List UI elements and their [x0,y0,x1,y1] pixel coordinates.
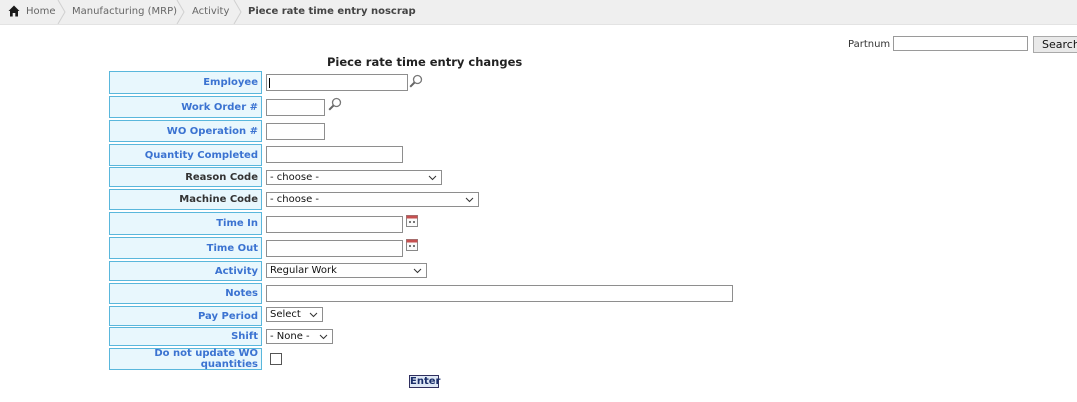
work-order-lookup-icon[interactable] [328,97,342,111]
employee-input[interactable] [266,74,408,91]
shift-selected: - None - [270,331,310,342]
work-order-input[interactable] [266,99,325,116]
breadcrumb-separator-icon [233,0,242,24]
do-not-update-checkbox[interactable] [270,353,282,365]
reason-code-selected: - choose - [270,172,320,183]
text-cursor [269,78,270,88]
reason-code-select[interactable]: - choose - [266,170,442,185]
breadcrumb-current-page: Piece rate time entry noscrap [248,6,416,17]
calendar-icon[interactable] [406,239,418,251]
pay-period-select[interactable]: Select [266,307,323,322]
machine-code-label: Machine Code [109,189,262,210]
time-out-label: Time Out [109,237,262,259]
partnum-search-input[interactable] [893,36,1028,51]
home-icon[interactable] [8,5,20,17]
activity-select[interactable]: Regular Work [266,263,427,278]
time-in-label: Time In [109,212,262,235]
breadcrumb-separator-icon [57,0,66,24]
chevron-down-icon [465,197,474,203]
breadcrumb-home[interactable]: Home [26,6,56,17]
activity-selected: Regular Work [270,265,337,276]
employee-label: Employee [109,71,262,94]
notes-input[interactable] [266,285,733,302]
search-button[interactable]: Search [1033,36,1077,53]
reason-code-label: Reason Code [109,167,262,187]
machine-code-select[interactable]: - choose - [266,192,479,207]
breadcrumb-manufacturing[interactable]: Manufacturing (MRP) [72,6,177,17]
pay-period-label: Pay Period [109,306,262,326]
machine-code-selected: - choose - [270,194,320,205]
do-not-update-label: Do not update WO quantities [109,348,262,370]
chevron-down-icon [428,175,437,181]
employee-lookup-icon[interactable] [409,74,423,88]
pay-period-selected: Select [270,309,301,320]
page-title: Piece rate time entry changes [327,55,523,69]
wo-operation-label: WO Operation # [109,120,262,142]
shift-select[interactable]: - None - [266,329,333,344]
shift-label: Shift [109,327,262,346]
calendar-icon[interactable] [406,215,418,227]
time-in-input[interactable] [266,216,403,233]
work-order-label: Work Order # [109,96,262,118]
breadcrumb: Home Manufacturing (MRP) Activity Piece … [0,0,1077,25]
quantity-completed-label: Quantity Completed [109,144,262,166]
time-out-input[interactable] [266,240,403,257]
quantity-completed-input[interactable] [266,146,403,163]
chevron-down-icon [319,334,328,340]
chevron-down-icon [309,312,318,318]
wo-operation-input[interactable] [266,123,325,140]
activity-label: Activity [109,261,262,281]
breadcrumb-activity[interactable]: Activity [192,6,229,17]
breadcrumb-separator-icon [176,0,185,24]
chevron-down-icon [413,268,422,274]
partnum-label: Partnum [848,39,891,50]
notes-label: Notes [109,283,262,304]
enter-button[interactable]: Enter [409,375,440,388]
